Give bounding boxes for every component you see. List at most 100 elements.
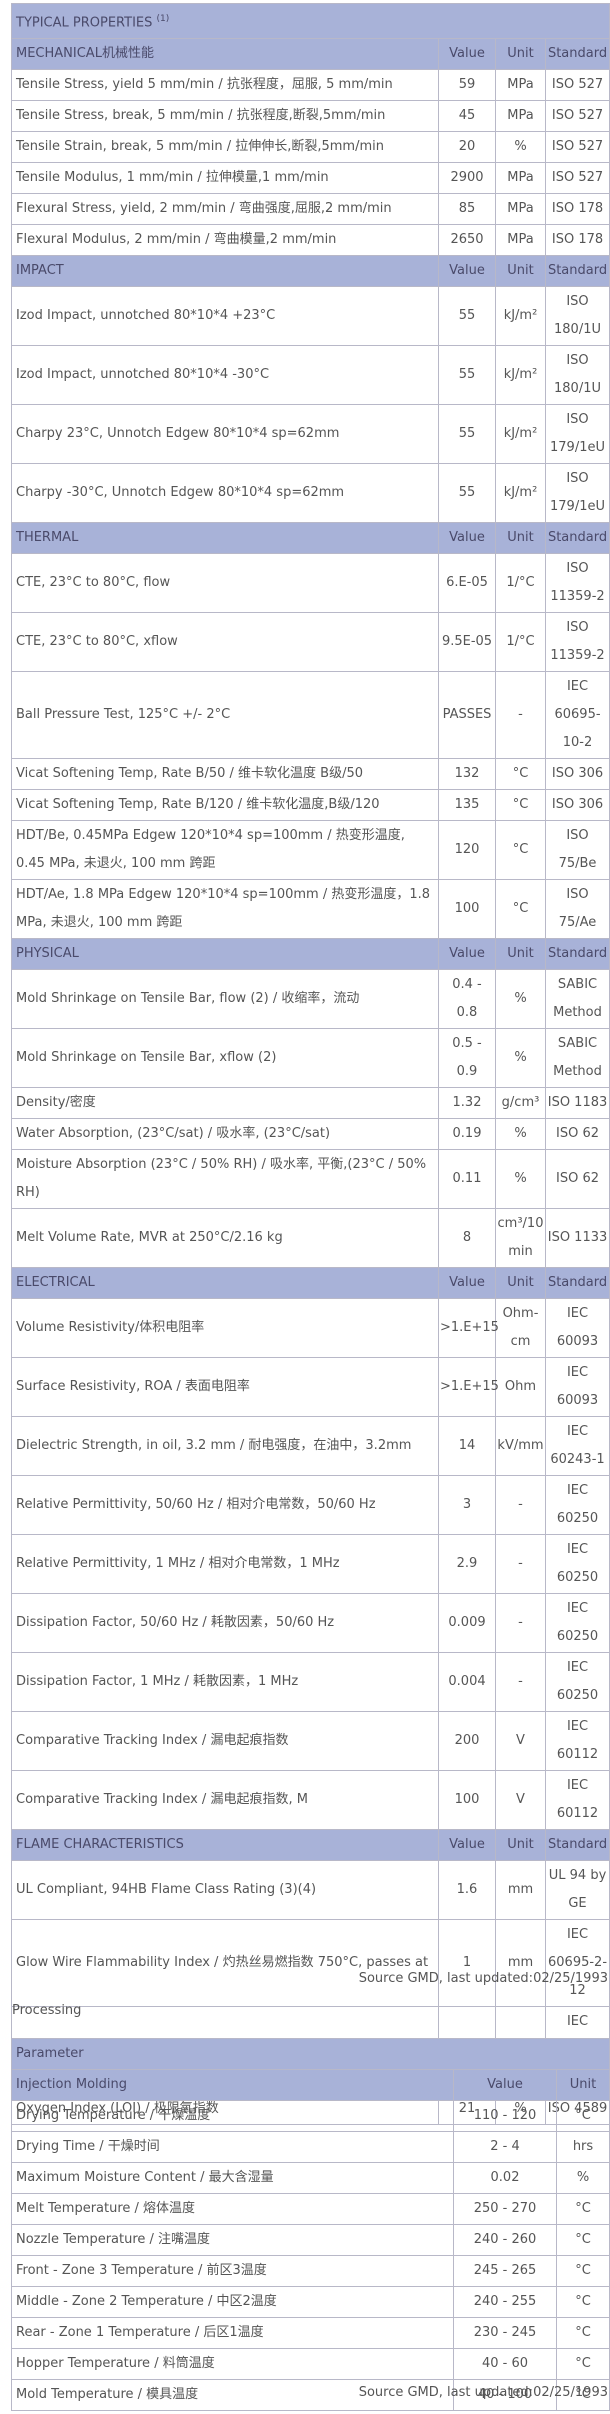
property-value: 45: [438, 100, 496, 133]
property-name: Tensile Modulus, 1 mm/min / 拉伸模量,1 mm/mi…: [11, 162, 439, 195]
processing-value: 110 - 120: [453, 2100, 557, 2132]
property-row: Dissipation Factor, 50/60 Hz / 耗散因素，50/6…: [11, 1593, 610, 1654]
property-row: Ball Pressure Test, 125°C +/- 2°C PASSES -…: [11, 671, 610, 760]
property-unit: -: [495, 1652, 546, 1713]
processing-row: Melt Temperature / 熔体温度 250 - 270 °C: [11, 2193, 610, 2225]
property-standard: ISO 1183: [544, 1087, 610, 1120]
property-row: Tensile Stress, break, 5 mm/min / 抗张程度,断…: [11, 100, 610, 133]
property-row: Melt Volume Rate, MVR at 250°C/2.16 kg 8 c…: [11, 1208, 610, 1269]
processing-parameter: Middle - Zone 2 Temperature / 中区2温度: [11, 2286, 454, 2318]
property-name: UL Compliant, 94HB Flame Class Rating (3…: [11, 1860, 439, 1921]
property-standard: ISO 527: [544, 131, 610, 164]
col-header-standard: Standard: [544, 38, 610, 71]
processing-parameter: Hopper Temperature / 料筒温度: [11, 2348, 454, 2380]
property-standard: ISO 179/1eU: [544, 404, 610, 465]
property-name: Charpy -30°C, Unnotch Edgew 80*10*4 sp=6…: [11, 463, 439, 524]
property-value: 3: [438, 1475, 496, 1536]
section-name: THERMAL: [11, 522, 439, 555]
processing-value: 250 - 270: [453, 2193, 557, 2225]
processing-title: Processing: [12, 2003, 82, 2018]
property-name: Comparative Tracking Index / 漏电起痕指数: [11, 1711, 439, 1772]
property-name: Charpy 23°C, Unnotch Edgew 80*10*4 sp=62…: [11, 404, 439, 465]
property-row: Mold Shrinkage on Tensile Bar, flow (2) …: [11, 969, 610, 1030]
property-name: Surface Resistivity, ROA / 表面电阻率: [11, 1357, 439, 1418]
property-name: Water Absorption, (23°C/sat) / 吸水率, (23°…: [11, 1118, 439, 1151]
property-row: HDT/Ae, 1.8 MPa Edgew 120*10*4 sp=100mm …: [11, 879, 610, 940]
processing-parameter-row: Parameter: [11, 2038, 610, 2070]
property-standard: ISO 11359-2: [544, 553, 610, 614]
property-standard: ISO 75/Ae: [544, 879, 610, 940]
property-name: Mold Shrinkage on Tensile Bar, flow (2) …: [11, 969, 439, 1030]
col-header-value: Value: [438, 1267, 496, 1300]
property-unit: MPa: [495, 224, 546, 257]
property-unit: cm³/10 min: [495, 1208, 546, 1269]
property-standard: ISO 178: [544, 224, 610, 257]
col-header-standard: Standard: [544, 938, 610, 971]
property-value: 59: [438, 69, 496, 102]
property-name: Tensile Stress, break, 5 mm/min / 抗张程度,断…: [11, 100, 439, 133]
processing-row: Rear - Zone 1 Temperature / 后区1温度 230 - 2…: [11, 2317, 610, 2349]
section-name: ELECTRICAL: [11, 1267, 439, 1300]
property-standard: ISO 306: [544, 789, 610, 822]
property-standard: ISO 527: [544, 69, 610, 102]
property-value: 120: [438, 820, 496, 881]
property-value: 100: [438, 1770, 496, 1831]
property-unit: mm: [495, 1860, 546, 1921]
typical-properties-footnote: (1): [156, 14, 170, 24]
property-row: Flexural Modulus, 2 mm/min / 弯曲模量,2 mm/m…: [11, 224, 610, 257]
processing-unit: °C: [556, 2317, 610, 2349]
col-header-value: Value: [438, 255, 496, 288]
property-value: 135: [438, 789, 496, 822]
col-header-value: Value: [438, 1829, 496, 1862]
property-name: Vicat Softening Temp, Rate B/120 / 维卡软化温…: [11, 789, 439, 822]
processing-row: Maximum Moisture Content / 最大含湿量 0.02%: [11, 2162, 610, 2194]
property-name: Ball Pressure Test, 125°C +/- 2°C: [11, 671, 439, 760]
property-unit: °C: [495, 879, 546, 940]
property-unit: MPa: [495, 69, 546, 102]
property-standard: IEC 60112: [544, 1770, 610, 1831]
property-value: 55: [438, 463, 496, 524]
property-value: 1.32: [438, 1087, 496, 1120]
property-unit: 1/°C: [495, 612, 546, 673]
property-standard: IEC 60112: [544, 1711, 610, 1772]
processing-row: Drying Temperature / 干燥温度 110 - 120 °C: [11, 2100, 610, 2132]
property-standard: IEC 60243-1: [544, 1416, 610, 1477]
property-unit: MPa: [495, 193, 546, 226]
col-header-unit: Unit: [495, 938, 546, 971]
property-name: Density/密度: [11, 1087, 439, 1120]
property-name: Relative Permittivity, 50/60 Hz / 相对介电常数…: [11, 1475, 439, 1536]
processing-unit: °C: [556, 2255, 610, 2287]
property-unit: -: [495, 1534, 546, 1595]
property-unit: kJ/m²: [495, 286, 546, 347]
property-row: Vicat Softening Temp, Rate B/50 / 维卡软化温度…: [11, 758, 610, 791]
property-value: 2900: [438, 162, 496, 195]
property-unit: Ohm-cm: [495, 1298, 546, 1359]
property-unit: %: [495, 1028, 546, 1089]
processing-row: Middle - Zone 2 Temperature / 中区2温度 240 -…: [11, 2286, 610, 2318]
processing-value: 0.02: [453, 2162, 557, 2194]
processing-unit: °C: [556, 2224, 610, 2256]
property-name: Izod Impact, unnotched 80*10*4 +23°C: [11, 286, 439, 347]
property-name: Tensile Stress, yield 5 mm/min / 抗张程度，屈服…: [11, 69, 439, 102]
section-name: IMPACT: [11, 255, 439, 288]
property-name: Volume Resistivity/体积电阻率: [11, 1298, 439, 1359]
property-unit: Ohm: [495, 1357, 546, 1418]
processing-value: 230 - 245: [453, 2317, 557, 2349]
datasheet-page: TYPICAL PROPERTIES (1) MECHANICAL机械性能 Val…: [0, 0, 610, 2414]
section-header-row: IMPACT Value Unit Standard: [11, 255, 610, 288]
property-standard: ISO 527: [544, 162, 610, 195]
processing-group-name: Injection Molding: [11, 2069, 454, 2101]
processing-parameter-header: Parameter: [11, 2038, 610, 2070]
property-name: Moisture Absorption (23°C / 50% RH) / 吸水…: [11, 1149, 439, 1210]
property-unit: mm: [495, 1919, 546, 2008]
processing-parameter: Melt Temperature / 熔体温度: [11, 2193, 454, 2225]
property-value: 0.004: [438, 1652, 496, 1713]
property-standard: ISO 62: [544, 1149, 610, 1210]
property-row: Comparative Tracking Index / 漏电起痕指数, M 10…: [11, 1770, 610, 1831]
property-name: Vicat Softening Temp, Rate B/50 / 维卡软化温度…: [11, 758, 439, 791]
col-header-value: Value: [438, 522, 496, 555]
processing-unit: °C: [556, 2348, 610, 2380]
col-header-standard: Standard: [544, 522, 610, 555]
processing-value: 240 - 260: [453, 2224, 557, 2256]
source-note-properties: Source GMD, last updated:02/25/1993: [358, 1971, 608, 1986]
